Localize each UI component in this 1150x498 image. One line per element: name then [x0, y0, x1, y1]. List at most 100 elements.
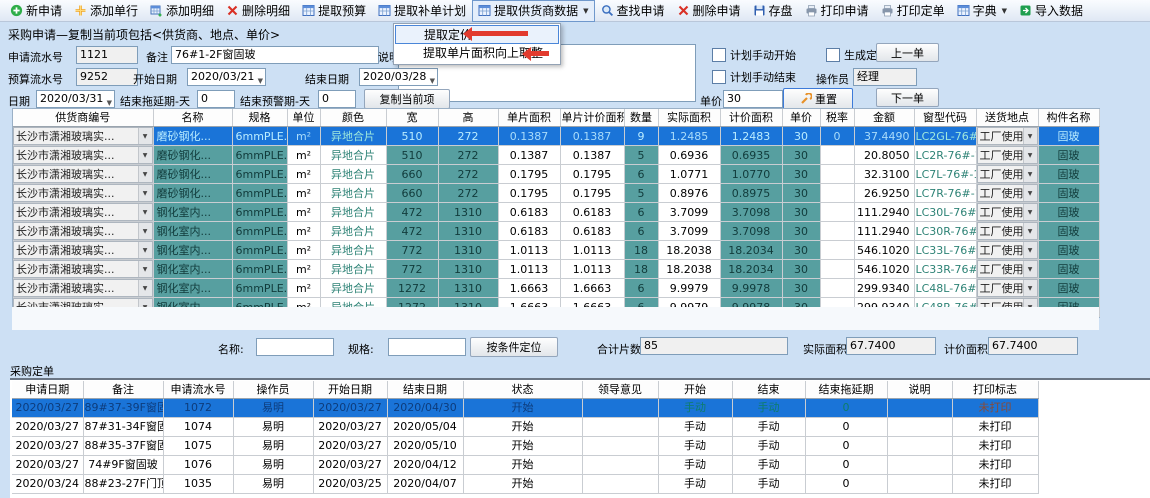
column-header[interactable]: 税率 — [820, 109, 854, 127]
column-header[interactable]: 实际面积 — [658, 109, 720, 127]
supplier-combobox[interactable]: 长沙市潇湘玻璃实...▼ — [13, 203, 153, 222]
item-row[interactable]: 长沙市潇湘玻璃实...▼钢化室内...6mmPLE...m²异地合片472131… — [13, 203, 1099, 222]
supplier-combobox[interactable]: 长沙市潇湘玻璃实...▼ — [13, 222, 153, 241]
column-header[interactable]: 宽 — [386, 109, 438, 127]
order-row[interactable]: 2020/03/2788#35-37F窗固玻1075易明2020/03/2720… — [12, 437, 1038, 456]
supplier-combobox[interactable]: 长沙市潇湘玻璃实...▼ — [13, 184, 153, 203]
toolbar-button-extract-budget[interactable]: 提取预算 — [296, 0, 372, 22]
operator-field[interactable]: 经理 — [853, 68, 917, 86]
column-header[interactable]: 说明 — [887, 381, 952, 399]
column-header[interactable]: 备注 — [83, 381, 163, 399]
delivery-combobox[interactable]: 工厂使用▼ — [976, 184, 1038, 203]
column-header[interactable]: 窗型代码 — [914, 109, 976, 127]
column-header[interactable]: 单片面积 — [498, 109, 560, 127]
end-warn-field[interactable]: 0 — [318, 90, 356, 108]
item-row[interactable]: 长沙市潇湘玻璃实...▼钢化室内...6mmPLE...m²异地合片472131… — [13, 222, 1099, 241]
column-header[interactable]: 结束 — [732, 381, 805, 399]
supplier-combobox[interactable]: 长沙市潇湘玻璃实...▼ — [13, 260, 153, 279]
column-header[interactable]: 打印标志 — [952, 381, 1038, 399]
toolbar-button-extract-supplement-plan[interactable]: 提取补单计划 — [372, 0, 472, 22]
toolbar-button-new-request[interactable]: 新申请 — [4, 0, 68, 22]
item-row[interactable]: 长沙市潇湘玻璃实...▼钢化室内...6mmPLE...m²异地合片772131… — [13, 241, 1099, 260]
toolbar-button-delete-request[interactable]: 删除申请 — [671, 0, 747, 22]
locate-by-condition-button[interactable]: 按条件定位 — [470, 337, 558, 357]
column-header[interactable]: 单片计价面积 — [560, 109, 624, 127]
checkbox-box[interactable] — [712, 70, 726, 84]
supplier-combobox[interactable]: 长沙市潇湘玻璃实...▼ — [13, 279, 153, 298]
toolbar-button-dictionary[interactable]: 字典▼ — [951, 0, 1013, 22]
checkbox-box[interactable] — [712, 48, 726, 62]
toolbar-button-add-detail[interactable]: 添加明细 — [144, 0, 220, 22]
column-header[interactable]: 结束拖延期 — [805, 381, 887, 399]
delivery-combobox[interactable]: 工厂使用▼ — [976, 241, 1038, 260]
column-header[interactable]: 构件名称 — [1038, 109, 1099, 127]
toolbar-button-import-data[interactable]: 导入数据 — [1013, 0, 1089, 22]
toolbar-button-delete-detail[interactable]: 删除明细 — [220, 0, 296, 22]
toolbar-button-print-request[interactable]: 打印申请 — [799, 0, 875, 22]
grid-cell — [820, 184, 854, 203]
order-row[interactable]: 2020/03/2789#37-39F窗固玻1072易明2020/03/2720… — [12, 399, 1038, 418]
date-combobox[interactable]: 2020/03/31 — [36, 90, 115, 108]
plan-manual-end-checkbox[interactable]: 计划手动结束 — [712, 69, 796, 85]
toolbar-button-add-row[interactable]: 添加单行 — [68, 0, 144, 22]
reset-button[interactable]: 重置 — [783, 88, 853, 110]
filter-name-input[interactable] — [256, 338, 334, 356]
checkbox-box[interactable] — [826, 48, 840, 62]
toolbar-button-save[interactable]: 存盘 — [747, 0, 799, 22]
supplier-combobox[interactable]: 长沙市潇湘玻璃实...▼ — [13, 165, 153, 184]
budget-no-field[interactable]: 9252 — [76, 68, 138, 86]
order-row[interactable]: 2020/03/2774#9F窗固玻1076易明2020/03/272020/0… — [12, 456, 1038, 475]
item-row[interactable]: 长沙市潇湘玻璃实...▼钢化室内...6mmPLE...m²异地合片127213… — [13, 279, 1099, 298]
item-row[interactable]: 长沙市潇湘玻璃实...▼磨砂钢化...6mmPLE...m²异地合片660272… — [13, 184, 1099, 203]
plan-manual-start-checkbox[interactable]: 计划手动开始 — [712, 47, 796, 63]
supplier-combobox[interactable]: 长沙市潇湘玻璃实...▼ — [13, 146, 153, 165]
delivery-combobox[interactable]: 工厂使用▼ — [976, 279, 1038, 298]
column-header[interactable]: 领导意见 — [582, 381, 658, 399]
delivery-combobox[interactable]: 工厂使用▼ — [976, 146, 1038, 165]
column-header[interactable]: 数量 — [624, 109, 658, 127]
remark-field[interactable]: 76#1-2F窗固玻 — [171, 46, 379, 64]
copy-current-button[interactable]: 复制当前项 — [364, 89, 450, 109]
toolbar-button-print-order[interactable]: 打印定单 — [875, 0, 951, 22]
start-date-combobox[interactable]: 2020/03/21 — [187, 68, 266, 86]
apply-no-field[interactable]: 1121 — [76, 46, 138, 64]
column-header[interactable]: 高 — [438, 109, 498, 127]
unit-price-field[interactable]: 30 — [723, 90, 783, 108]
filter-spec-input[interactable] — [388, 338, 466, 356]
delivery-combobox[interactable]: 工厂使用▼ — [976, 203, 1038, 222]
column-header[interactable]: 申请日期 — [12, 381, 83, 399]
toolbar-button-find-request[interactable]: 查找申请 — [595, 0, 671, 22]
column-header[interactable]: 名称 — [153, 109, 232, 127]
end-delay-field[interactable]: 0 — [197, 90, 235, 108]
supplier-combobox[interactable]: 长沙市潇湘玻璃实...▼ — [13, 127, 153, 146]
column-header[interactable]: 状态 — [463, 381, 582, 399]
column-header[interactable]: 操作员 — [233, 381, 313, 399]
column-header[interactable]: 规格 — [232, 109, 287, 127]
toolbar-button-extract-supplier-data[interactable]: 提取供货商数据▼ — [472, 0, 594, 22]
column-header[interactable]: 单价 — [782, 109, 820, 127]
column-header[interactable]: 供货商编号 — [13, 109, 153, 127]
column-header[interactable]: 结束日期 — [387, 381, 463, 399]
column-header[interactable]: 送货地点 — [976, 109, 1038, 127]
delivery-combobox[interactable]: 工厂使用▼ — [976, 260, 1038, 279]
prev-order-button[interactable]: 上一单 — [876, 43, 939, 62]
item-row[interactable]: 长沙市潇湘玻璃实...▼钢化室内...6mmPLE...m²异地合片772131… — [13, 260, 1099, 279]
order-row[interactable]: 2020/03/2488#23-27F门顶玻1035易明2020/03/2520… — [12, 475, 1038, 494]
column-header[interactable]: 开始 — [658, 381, 732, 399]
next-order-button[interactable]: 下一单 — [876, 88, 939, 107]
column-header[interactable]: 计价面积 — [720, 109, 782, 127]
column-header[interactable]: 申请流水号 — [163, 381, 233, 399]
delivery-combobox[interactable]: 工厂使用▼ — [976, 127, 1038, 146]
item-row[interactable]: 长沙市潇湘玻璃实...▼磨砂钢化...6mmPLE...m²异地合片660272… — [13, 165, 1099, 184]
order-row[interactable]: 2020/03/2787#31-34F窗固玻1074易明2020/03/2720… — [12, 418, 1038, 437]
item-row[interactable]: 长沙市潇湘玻璃实...▼磨砂钢化...6mmPLE...m²异地合片510272… — [13, 146, 1099, 165]
column-header[interactable]: 金额 — [854, 109, 914, 127]
end-date-combobox[interactable]: 2020/03/28 — [359, 68, 438, 86]
delivery-combobox[interactable]: 工厂使用▼ — [976, 165, 1038, 184]
item-row[interactable]: 长沙市潇湘玻璃实...▼磨砂钢化...6mmPLE...m²异地合片510272… — [13, 127, 1099, 146]
supplier-combobox[interactable]: 长沙市潇湘玻璃实...▼ — [13, 241, 153, 260]
delivery-combobox[interactable]: 工厂使用▼ — [976, 222, 1038, 241]
column-header[interactable]: 颜色 — [320, 109, 386, 127]
column-header[interactable]: 单位 — [287, 109, 320, 127]
column-header[interactable]: 开始日期 — [313, 381, 387, 399]
